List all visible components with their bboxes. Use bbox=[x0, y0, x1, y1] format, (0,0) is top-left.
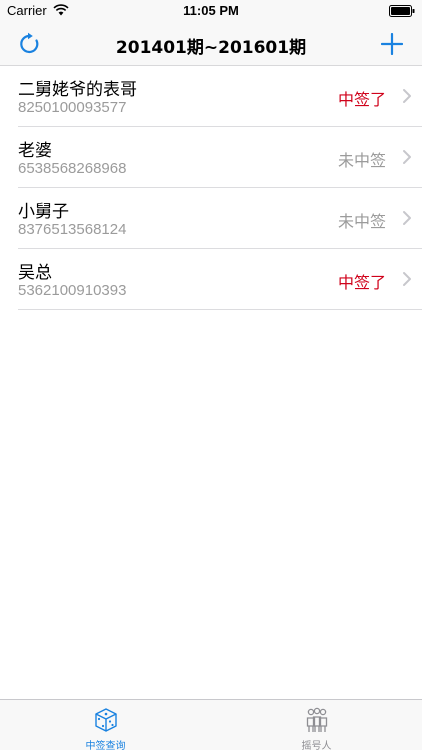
chevron-right-icon bbox=[403, 89, 411, 103]
status-badge: 中签了 bbox=[337, 273, 386, 292]
status-badge: 中签了 bbox=[337, 90, 386, 109]
navigation-bar: 201401期~201601期 bbox=[0, 22, 422, 66]
refresh-button[interactable] bbox=[14, 28, 46, 60]
add-button[interactable] bbox=[376, 28, 408, 60]
tab-bar: 中签查询 摇号人 bbox=[0, 699, 422, 750]
table-row[interactable]: 老婆 6538568268968 未中签 bbox=[18, 127, 422, 188]
tab-label: 中签查询 bbox=[85, 741, 126, 750]
row-name: 老婆 bbox=[18, 141, 52, 161]
row-number: 8250100093577 bbox=[18, 99, 127, 116]
row-number: 8376513568124 bbox=[18, 221, 127, 238]
status-badge: 未中签 bbox=[337, 151, 386, 170]
row-number: 5362100910393 bbox=[18, 282, 127, 299]
chevron-right-icon bbox=[403, 150, 411, 164]
row-name: 吴总 bbox=[18, 263, 52, 283]
applicant-list: 二舅姥爷的表哥 8250100093577 中签了 老婆 65385682689… bbox=[0, 66, 422, 310]
page-title: 201401期~201601期 bbox=[115, 38, 307, 58]
status-badge: 未中签 bbox=[337, 212, 386, 231]
row-number: 6538568268968 bbox=[18, 160, 127, 177]
tab-applicants[interactable]: 摇号人 bbox=[211, 700, 422, 750]
status-bar: Carrier 11:05 PM bbox=[0, 0, 422, 22]
plus-icon bbox=[381, 33, 403, 55]
table-row[interactable]: 吴总 5362100910393 中签了 bbox=[18, 249, 422, 310]
table-row[interactable]: 小舅子 8376513568124 未中签 bbox=[18, 188, 422, 249]
dice-icon bbox=[94, 708, 117, 732]
row-name: 小舅子 bbox=[18, 202, 69, 222]
tab-label: 摇号人 bbox=[301, 741, 332, 750]
clock: 11:05 PM bbox=[183, 3, 239, 18]
row-name: 二舅姥爷的表哥 bbox=[18, 80, 137, 100]
chevron-right-icon bbox=[403, 272, 411, 286]
refresh-icon bbox=[20, 32, 39, 54]
battery-icon bbox=[389, 5, 415, 17]
tab-lottery-query[interactable]: 中签查询 bbox=[0, 700, 211, 750]
table-row[interactable]: 二舅姥爷的表哥 8250100093577 中签了 bbox=[18, 66, 422, 127]
chevron-right-icon bbox=[403, 211, 411, 225]
people-icon bbox=[306, 707, 327, 732]
